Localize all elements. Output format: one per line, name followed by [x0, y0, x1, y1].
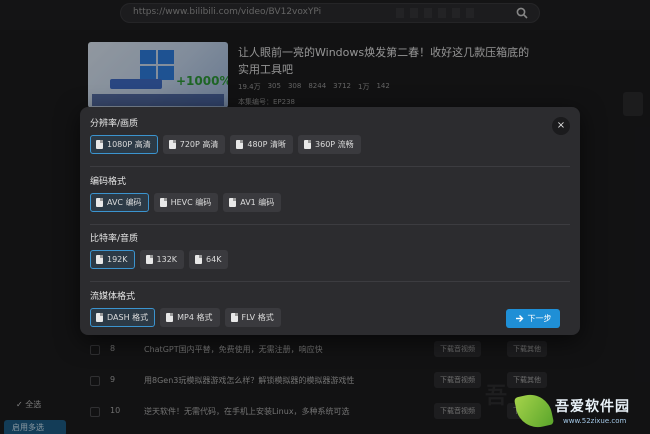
file-icon	[195, 255, 203, 264]
divider	[90, 224, 570, 225]
file-icon	[96, 140, 103, 149]
resolution-section: 分辨率/画质 1080P 高清 720P 高清 480P 清晰 360P 流畅	[90, 118, 570, 154]
stream-option-mp4[interactable]: MP4 格式	[160, 308, 220, 327]
stream-options: DASH 格式 MP4 格式 FLV 格式	[90, 308, 570, 327]
watermark-name: 吾爱软件园	[555, 399, 630, 415]
codec-section: 编码格式 AVC 编码 HEVC 编码 AV1 编码	[90, 176, 570, 212]
stream-option-dash[interactable]: DASH 格式	[90, 308, 156, 327]
file-icon	[304, 140, 312, 149]
option-label: 720P 高清	[179, 140, 219, 149]
arrow-right-icon	[515, 315, 523, 322]
bitrate-option-192k[interactable]: 192K	[90, 250, 135, 269]
bitrate-options: 192K 132K 64K	[90, 250, 570, 269]
option-label: 1080P 高清	[107, 140, 151, 149]
leaf-logo-icon	[513, 390, 555, 432]
option-label: HEVC 编码	[170, 198, 212, 207]
file-icon	[236, 140, 244, 149]
option-label: 360P 流畅	[315, 140, 354, 149]
file-icon	[230, 313, 238, 322]
option-label: 132K	[156, 255, 178, 264]
file-icon	[159, 198, 167, 207]
bitrate-option-64k[interactable]: 64K	[189, 250, 229, 269]
resolution-option-480p[interactable]: 480P 清晰	[230, 135, 294, 154]
resolution-options: 1080P 高清 720P 高清 480P 清晰 360P 流畅	[90, 135, 570, 154]
download-options-modal: × 分辨率/画质 1080P 高清 720P 高清 480P 清晰 360P 流…	[80, 107, 580, 335]
resolution-label: 分辨率/画质	[90, 119, 139, 129]
file-icon	[229, 198, 237, 207]
file-icon	[168, 140, 176, 149]
watermark-url: www.52zixue.com	[563, 417, 627, 425]
option-label: AV1 编码	[240, 198, 275, 207]
site-watermark: 吾爱软件园 www.52zixue.com	[513, 390, 650, 434]
file-icon	[166, 313, 174, 322]
stream-label: 流媒体格式	[90, 292, 136, 302]
option-label: 192K	[107, 255, 128, 264]
divider	[90, 166, 570, 167]
file-icon	[96, 198, 103, 207]
resolution-option-720p[interactable]: 720P 高清	[162, 135, 226, 154]
codec-option-avc[interactable]: AVC 编码	[90, 193, 149, 212]
option-label: 64K	[206, 255, 222, 264]
codec-option-hevc[interactable]: HEVC 编码	[153, 193, 219, 212]
file-icon	[96, 313, 103, 322]
file-icon	[145, 255, 153, 264]
codec-label: 编码格式	[90, 177, 127, 187]
option-label: DASH 格式	[107, 313, 149, 322]
resolution-option-1080p[interactable]: 1080P 高清	[90, 135, 158, 154]
bitrate-section: 比特率/音质 192K 132K 64K	[90, 233, 570, 269]
option-label: AVC 编码	[107, 198, 142, 207]
stream-option-flv[interactable]: FLV 格式	[224, 308, 281, 327]
file-icon	[96, 255, 103, 264]
codec-options: AVC 编码 HEVC 编码 AV1 编码	[90, 193, 570, 212]
option-label: MP4 格式	[177, 313, 213, 322]
next-step-label: 下一步	[527, 314, 552, 323]
divider	[90, 281, 570, 282]
resolution-option-360p[interactable]: 360P 流畅	[298, 135, 361, 154]
codec-option-av1[interactable]: AV1 编码	[223, 193, 282, 212]
stream-section: 流媒体格式 DASH 格式 MP4 格式 FLV 格式	[90, 291, 570, 327]
bitrate-label: 比特率/音质	[90, 234, 139, 244]
bitrate-option-132k[interactable]: 132K	[139, 250, 185, 269]
next-step-button[interactable]: 下一步	[506, 309, 560, 328]
option-label: 480P 清晰	[247, 140, 287, 149]
option-label: FLV 格式	[241, 313, 274, 322]
